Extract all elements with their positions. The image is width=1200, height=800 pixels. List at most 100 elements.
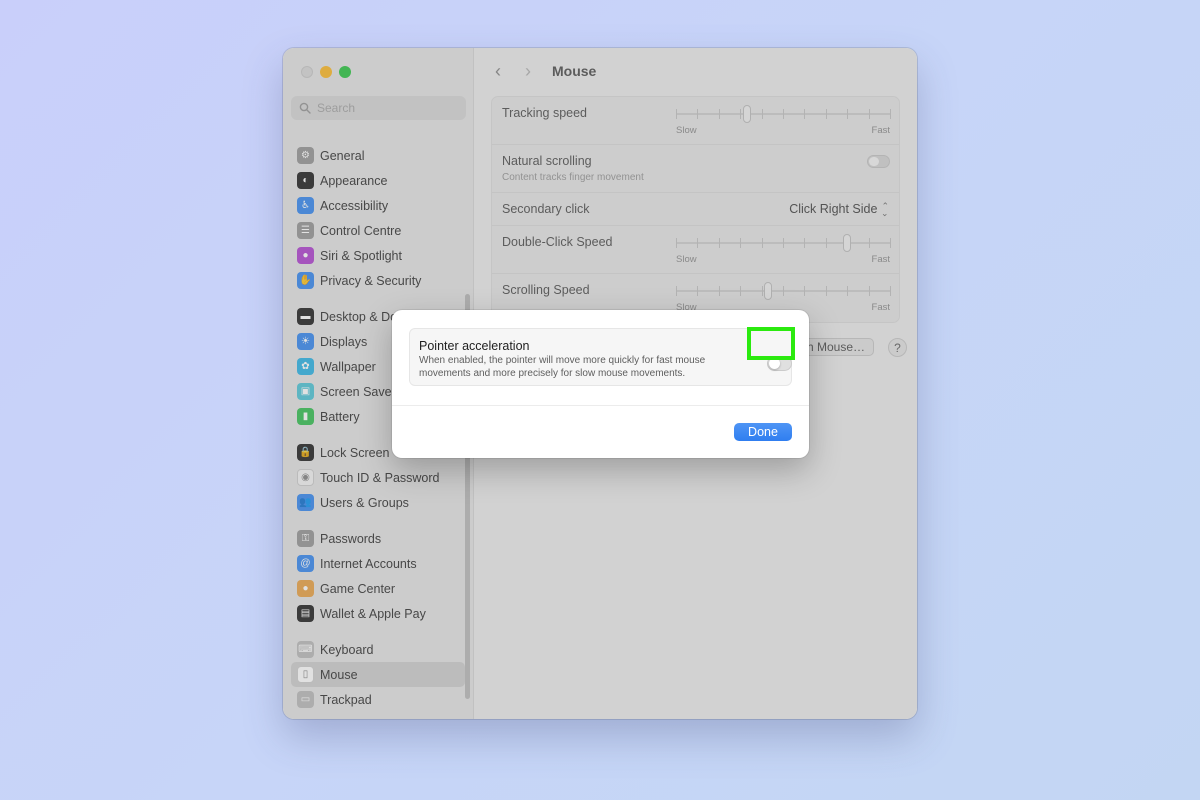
sidebar-item-game-center[interactable]: ● Game Center	[291, 576, 465, 601]
sidebar-group: ⌨ Keyboard ▯ Mouse ▭ Trackpad	[291, 637, 465, 712]
scrolling-speed-slider[interactable]: Slow Fast	[676, 282, 891, 313]
search-input[interactable]	[317, 101, 457, 115]
sidebar-item-privacy-security[interactable]: ✋ Privacy & Security	[291, 268, 465, 293]
mouse-settings-panel: Tracking speed Slow Fast Natural scrolli…	[491, 96, 900, 323]
back-button[interactable]: ‹	[492, 61, 504, 82]
secondary-click-row: Secondary click Click Right Side ⌃ ⌃	[492, 193, 899, 226]
secondary-click-popup[interactable]: Click Right Side ⌃ ⌃	[789, 200, 889, 218]
natural-scrolling-toggle[interactable]	[867, 155, 890, 168]
game-center-icon: ●	[297, 580, 314, 597]
slider-tick	[697, 238, 699, 248]
done-button[interactable]: Done	[734, 423, 792, 441]
slider-tick	[804, 286, 806, 296]
lock-icon: 🔒	[297, 444, 314, 461]
slider-max-label: Fast	[871, 302, 890, 313]
slider-tick	[676, 286, 677, 296]
pointer-acceleration-toggle[interactable]	[767, 356, 792, 371]
sidebar-item-label: Trackpad	[320, 692, 372, 707]
screen-saver-icon: ▣	[297, 383, 314, 400]
sidebar-item-label: Control Centre	[320, 223, 402, 238]
accessibility-icon: ♿	[297, 197, 314, 214]
sidebar-item-label: Touch ID & Password	[320, 470, 440, 485]
slider-thumb[interactable]	[843, 234, 852, 252]
page-title: Mouse	[552, 63, 597, 79]
slider-tick	[761, 286, 763, 296]
sidebar-item-general[interactable]: ⚙ General	[291, 143, 465, 168]
sidebar-item-wallet-apple-pay[interactable]: ▤ Wallet & Apple Pay	[291, 601, 465, 626]
sidebar-item-mouse[interactable]: ▯ Mouse	[291, 662, 465, 687]
divider	[392, 405, 809, 406]
sidebar-item-label: Accessibility	[320, 198, 389, 213]
sidebar-item-label: Mouse	[320, 667, 358, 682]
toolbar: ‹ › Mouse	[474, 48, 917, 94]
tracking-speed-row: Tracking speed Slow Fast	[492, 97, 899, 145]
scrolling-speed-label: Scrolling Speed	[502, 283, 590, 297]
trackpad-icon: ▭	[297, 691, 314, 708]
double-click-speed-label: Double-Click Speed	[502, 235, 613, 249]
double-click-speed-slider[interactable]: Slow Fast	[676, 234, 891, 265]
pointer-acceleration-description: When enabled, the pointer will move more…	[419, 355, 706, 379]
sidebar-item-label: Keyboard	[320, 642, 374, 657]
slider-tick	[868, 286, 870, 296]
slider-tick	[868, 238, 870, 248]
slider-tick	[718, 286, 720, 296]
sidebar-item-appearance[interactable]: ◐ Appearance	[291, 168, 465, 193]
slider-tick	[718, 238, 720, 248]
sidebar-item-touch-id-password[interactable]: ◉ Touch ID & Password	[291, 465, 465, 490]
pointer-acceleration-row: Pointer acceleration When enabled, the p…	[409, 328, 792, 386]
keyboard-icon: ⌨	[297, 641, 314, 658]
slider-tick	[740, 109, 742, 119]
sidebar-item-label: Game Center	[320, 581, 396, 596]
forward-button[interactable]: ›	[522, 61, 534, 82]
slider-max-label: Fast	[871, 125, 890, 136]
slider-tick	[761, 109, 763, 119]
slider-tick	[825, 238, 827, 248]
sidebar-item-label: General	[320, 148, 365, 163]
slider-tick	[783, 286, 784, 296]
tracking-speed-label: Tracking speed	[502, 106, 587, 120]
appearance-icon: ◐	[297, 172, 314, 189]
sidebar-item-label: Displays	[320, 334, 368, 349]
secondary-click-label: Secondary click	[502, 202, 590, 216]
slider-tick	[804, 238, 806, 248]
sidebar-item-users-groups[interactable]: 👥 Users & Groups	[291, 490, 465, 515]
at-icon: @	[297, 555, 314, 572]
slider-tick	[783, 109, 784, 119]
sidebar-item-internet-accounts[interactable]: @ Internet Accounts	[291, 551, 465, 576]
slider-tick	[783, 238, 784, 248]
secondary-click-value: Click Right Side	[789, 202, 878, 216]
slider-tick	[825, 286, 827, 296]
sidebar-item-siri-spotlight[interactable]: ● Siri & Spotlight	[291, 243, 465, 268]
tracking-speed-slider[interactable]: Slow Fast	[676, 105, 891, 136]
slider-tick	[847, 109, 849, 119]
sidebar-item-label: Passwords	[320, 531, 382, 546]
sidebar-item-accessibility[interactable]: ♿ Accessibility	[291, 193, 465, 218]
sidebar-item-label: Wallpaper	[320, 359, 376, 374]
minimize-window-button[interactable]	[320, 66, 332, 78]
slider-min-label: Slow	[676, 125, 697, 136]
dock-icon: ▬	[297, 308, 314, 325]
sidebar-item-label: Appearance	[320, 173, 388, 188]
sidebar-item-trackpad[interactable]: ▭ Trackpad	[291, 687, 465, 712]
sidebar-item-passwords[interactable]: ⚿ Passwords	[291, 526, 465, 551]
slider-tick	[890, 109, 891, 119]
siri-icon: ●	[297, 247, 314, 264]
wallet-icon: ▤	[297, 605, 314, 622]
sidebar-item-label: Privacy & Security	[320, 273, 422, 288]
control-centre-icon: ☰	[297, 222, 314, 239]
sidebar-item-label: Lock Screen	[320, 445, 390, 460]
help-button[interactable]: ?	[888, 338, 907, 357]
search-field[interactable]	[291, 96, 466, 120]
sidebar-item-control-centre[interactable]: ☰ Control Centre	[291, 218, 465, 243]
pointer-acceleration-label: Pointer acceleration	[419, 339, 530, 353]
slider-thumb[interactable]	[764, 282, 773, 300]
slider-thumb[interactable]	[742, 105, 751, 123]
slider-min-label: Slow	[676, 254, 697, 265]
search-icon	[299, 102, 311, 114]
close-window-button[interactable]	[301, 66, 313, 78]
chevron-up-down-icon: ⌃ ⌃	[881, 200, 889, 218]
slider-tick	[676, 238, 677, 248]
slider-tick	[890, 286, 891, 296]
sidebar-item-keyboard[interactable]: ⌨ Keyboard	[291, 637, 465, 662]
maximize-window-button[interactable]	[339, 66, 351, 78]
